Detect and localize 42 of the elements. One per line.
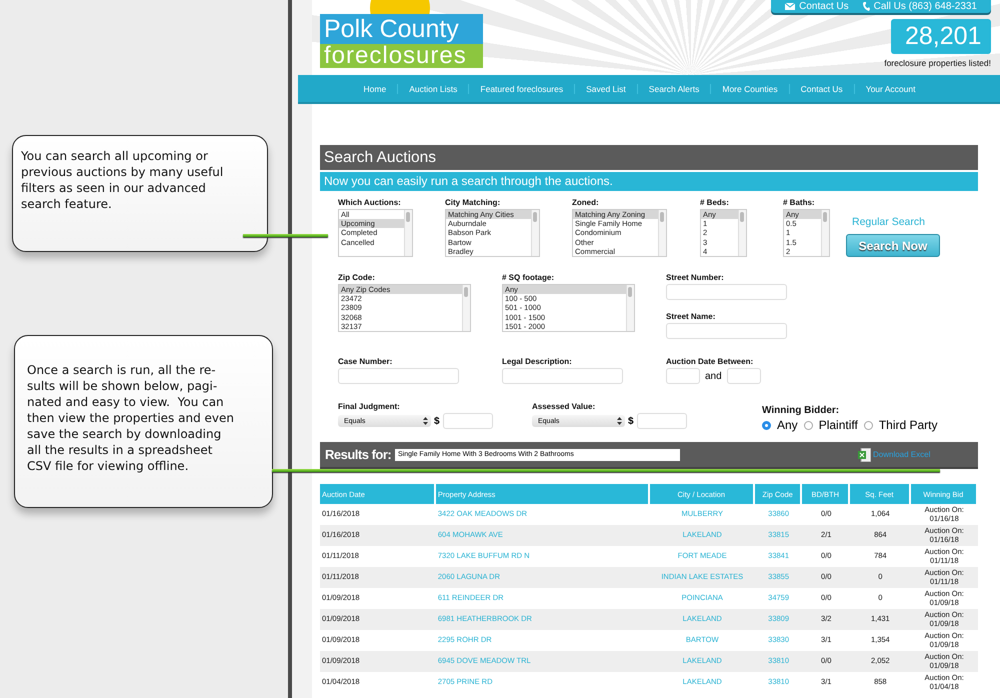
stepper-icon (423, 417, 428, 425)
logo: Polk County foreclosures (320, 0, 483, 75)
field-label: Winning Bidder: (762, 405, 840, 416)
field-label: Auction Date Between: (666, 357, 754, 366)
amount-field[interactable] (636, 413, 687, 429)
callout-text: You can search all upcoming or previous auctions by many useful filters as seen in our advanced search feature. (21, 148, 224, 212)
phone-icon (862, 2, 870, 11)
radio-option[interactable]: Third Party (864, 418, 938, 432)
currency-sign: $ (628, 416, 634, 426)
count-caption: foreclosure properties listed! (884, 58, 991, 68)
amount-field[interactable] (442, 413, 493, 429)
input-field[interactable] (666, 323, 787, 339)
section-title: Search Auctions (320, 145, 978, 170)
radio-option[interactable]: Plaintiff (804, 418, 858, 432)
field-label: Case Number: (338, 357, 394, 366)
field-label: Street Name: (666, 312, 716, 321)
input-field[interactable] (338, 368, 459, 384)
currency-sign: $ (434, 416, 440, 426)
spreadsheet-icon (858, 448, 871, 462)
field-label: Zoned: (572, 198, 600, 207)
field-label: Zip Code: (338, 273, 376, 282)
field-label: # Beds: (700, 198, 730, 207)
field-label: Assessed Value: (532, 402, 596, 411)
field-label: Final Judgment: (338, 402, 401, 411)
listing-count: 28,201 (891, 19, 991, 54)
envelope-icon (785, 3, 796, 10)
radio-option[interactable]: Any (762, 418, 798, 432)
input-field[interactable] (502, 368, 623, 384)
field-label: Legal Description: (502, 357, 573, 366)
input-field[interactable] (666, 284, 787, 300)
callout-text: Once a search is run, all the re- sults will be shown below, pagi- nated and easy to view. You can then view the properties and even save the search by downloading all the results in a spreadsheet CSV file for viewing offline. (27, 362, 235, 474)
field-label: Which Auctions: (338, 198, 402, 207)
section-subtitle: Now you can easily run a search through the auctions. (320, 172, 978, 191)
date-field[interactable] (666, 368, 700, 384)
field-label: City Matching: (445, 198, 502, 207)
field-label: # SQ footage: (502, 273, 556, 282)
date-field[interactable] (726, 368, 761, 384)
results-label: Results for: (325, 447, 392, 462)
field-label: Street Number: (666, 273, 725, 282)
stepper-icon (617, 417, 622, 425)
field-label: # Baths: (783, 198, 816, 207)
and-text: and (705, 370, 722, 382)
